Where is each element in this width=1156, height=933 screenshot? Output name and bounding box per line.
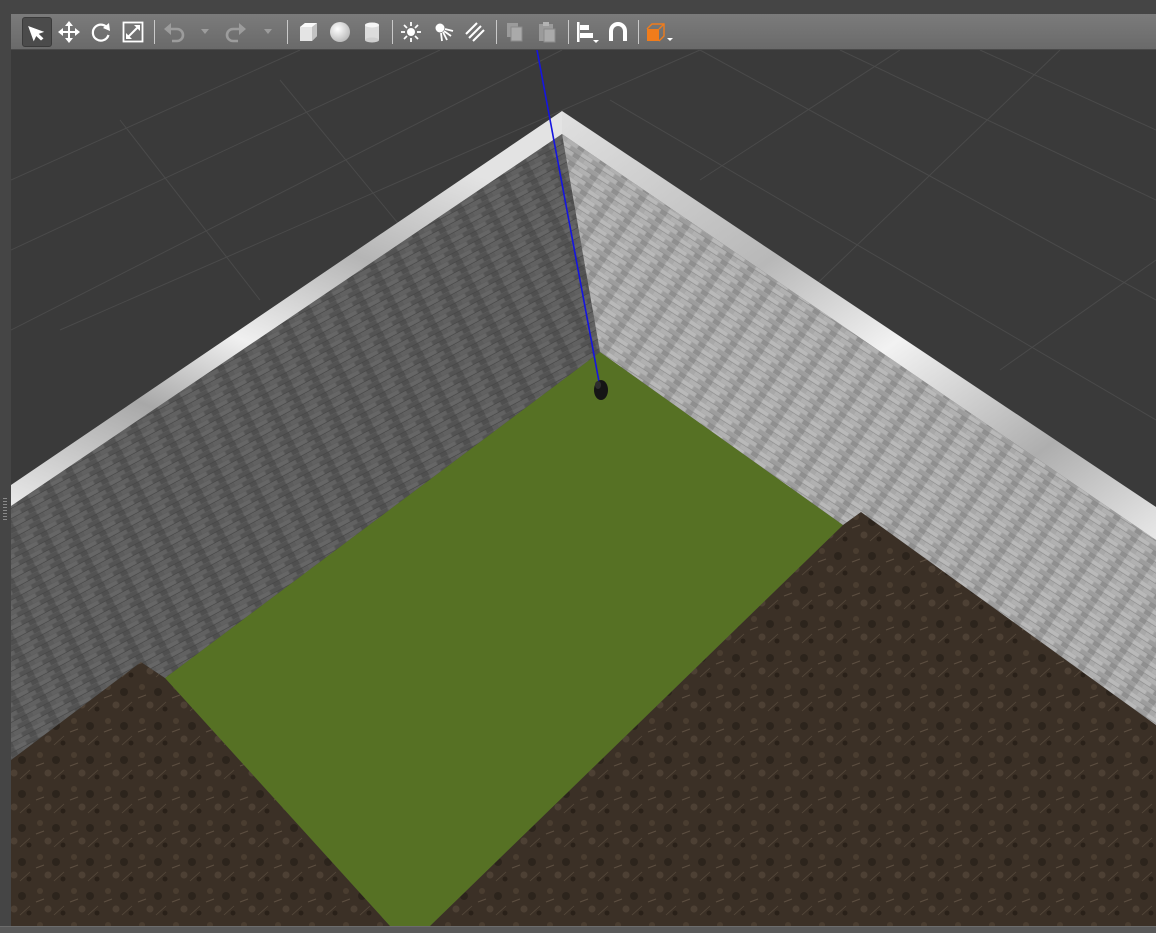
snap-button[interactable]: [603, 17, 633, 47]
redo-history-dropdown[interactable]: [262, 17, 274, 47]
sphere-shape-icon: [330, 22, 350, 42]
undo-history-dropdown[interactable]: [199, 17, 211, 47]
toolbar-separator: [154, 20, 155, 44]
undo-icon: [164, 23, 185, 43]
view-angle-cube-icon: [646, 23, 673, 42]
chevron-down-icon: [264, 29, 272, 34]
toolbar-separator: [638, 20, 639, 44]
copy-icon: [507, 23, 523, 42]
undo-button[interactable]: [159, 17, 189, 47]
toolbar-separator: [568, 20, 569, 44]
left-panel-splitter-handle[interactable]: [3, 498, 7, 520]
bottom-panel-edge: [0, 926, 1156, 933]
left-panel-collapsed[interactable]: [0, 14, 11, 933]
magnet-snap-icon: [609, 22, 627, 41]
3d-scene-viewport[interactable]: [11, 50, 1156, 926]
scale-mode-button[interactable]: [118, 17, 148, 47]
redo-icon: [225, 23, 246, 43]
rotate-icon: [91, 23, 110, 42]
align-button[interactable]: [572, 17, 602, 47]
rotate-mode-button[interactable]: [86, 17, 116, 47]
insert-sphere-button[interactable]: [325, 17, 355, 47]
toolbar-separator: [392, 20, 393, 44]
copy-button[interactable]: [500, 17, 530, 47]
insert-spot-light-button[interactable]: [428, 17, 458, 47]
paste-icon: [539, 22, 556, 43]
window-top-strip: [0, 0, 1156, 14]
move-arrows-icon: [58, 21, 80, 43]
scale-icon: [122, 21, 144, 43]
view-angle-button[interactable]: [642, 17, 678, 47]
translate-mode-button[interactable]: [54, 17, 84, 47]
insert-directional-light-button[interactable]: [460, 17, 490, 47]
redo-button[interactable]: [221, 17, 251, 47]
point-light-icon: [401, 22, 421, 42]
toolbar-separator: [496, 20, 497, 44]
insert-point-light-button[interactable]: [396, 17, 426, 47]
align-icon: [577, 22, 599, 43]
scene-render: [11, 50, 1156, 926]
box-shape-icon: [300, 23, 317, 41]
robot-model: [594, 380, 608, 400]
toolbar: [11, 14, 1156, 50]
insert-cylinder-button[interactable]: [357, 17, 387, 47]
paste-button[interactable]: [532, 17, 562, 47]
spot-light-icon: [435, 23, 454, 42]
cylinder-shape-icon: [365, 22, 379, 43]
toolbar-separator: [287, 20, 288, 44]
select-mode-button[interactable]: [22, 17, 52, 47]
insert-box-button[interactable]: [293, 17, 323, 47]
directional-light-icon: [465, 22, 485, 42]
chevron-down-icon: [201, 29, 209, 34]
cursor-arrow-icon: [28, 26, 45, 42]
